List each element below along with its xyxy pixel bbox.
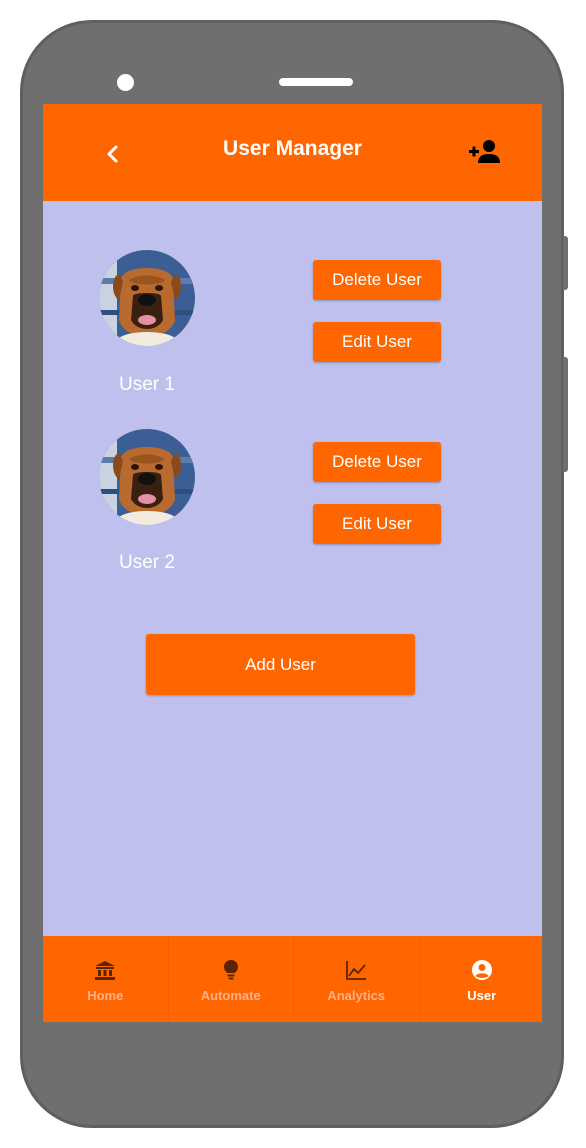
user-name: User 1 <box>119 374 175 395</box>
nav-label-home: Home <box>87 988 124 1003</box>
dog-photo-icon <box>99 429 195 525</box>
user-name: User 2 <box>119 552 175 573</box>
delete-user-button[interactable]: Delete User <box>313 442 441 482</box>
bank-icon <box>93 958 117 982</box>
line-chart-icon <box>344 958 368 982</box>
volume-button <box>563 236 568 290</box>
user-avatar[interactable] <box>99 250 195 346</box>
power-button <box>563 357 568 472</box>
app-bar: User Manager <box>43 104 542 201</box>
nav-label-user: User <box>467 988 497 1003</box>
user-row: User 1 Delete User Edit User <box>43 250 542 410</box>
delete-user-button[interactable]: Delete User <box>313 260 441 300</box>
user-row: User 2 Delete User Edit User <box>43 429 542 589</box>
nav-label-automate: Automate <box>200 988 261 1003</box>
nav-label-analytics: Analytics <box>327 988 386 1003</box>
nav-item-home[interactable]: Home <box>43 936 169 1022</box>
user-avatar[interactable] <box>99 429 195 525</box>
nav-item-automate[interactable]: Automate <box>169 936 294 1022</box>
nav-item-user[interactable]: User <box>420 936 543 1022</box>
speaker-grille <box>279 78 353 86</box>
edit-user-button[interactable]: Edit User <box>313 504 441 544</box>
front-camera <box>117 74 134 91</box>
person-add-icon <box>469 140 500 163</box>
add-user-button[interactable]: Add User <box>146 634 415 695</box>
edit-user-button[interactable]: Edit User <box>313 322 441 362</box>
bottom-navigation: Home Automate Analytics User <box>43 936 542 1022</box>
app-screen: User Manager User 1 Delete User Edit Use… <box>43 104 542 1022</box>
add-user-icon-button[interactable] <box>463 134 505 170</box>
nav-item-analytics[interactable]: Analytics <box>294 936 420 1022</box>
account-circle-icon <box>470 958 494 982</box>
lightbulb-icon <box>219 958 243 982</box>
dog-photo-icon <box>99 250 195 346</box>
